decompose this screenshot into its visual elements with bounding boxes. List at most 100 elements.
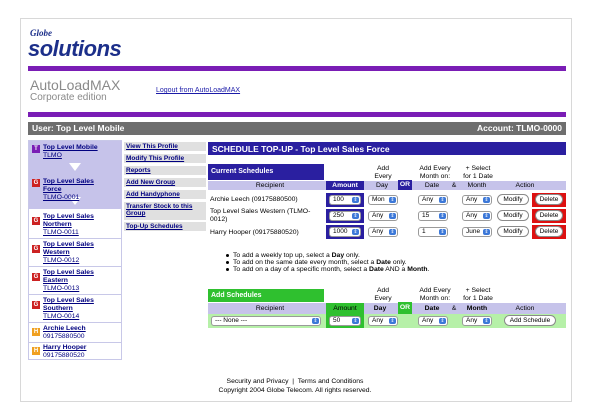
month-select[interactable]: Any ⇕ [462,316,492,326]
tree-node-sales-eastern[interactable]: G Top Level Sales Eastern TLMO-0013 [29,269,123,293]
chevron-down-icon: ⇕ [439,318,446,324]
menu-top-up-schedules[interactable]: Top-Up Schedules [124,222,206,231]
month-select[interactable]: Any ⇕ [462,211,492,221]
header-date: Date [424,305,440,312]
tree-node-id[interactable]: TLMO-0013 [43,285,79,293]
delete-button[interactable]: Delete [535,226,563,237]
tree-node-name[interactable]: Top Level Sales Eastern [43,269,113,285]
header-action: Action [515,182,535,189]
date-select[interactable]: 15 ⇕ [418,211,448,221]
day-select[interactable]: Mon ⇕ [368,195,398,205]
tree-node-sales-northern[interactable]: G Top Level Sales Northern TLMO-0011 [29,213,123,237]
chevron-down-icon: ⇕ [389,318,396,324]
amount-select[interactable]: 100 ⇕ [329,195,361,205]
chevron-down-icon: ⇕ [439,213,446,219]
header-ampersand: & [451,305,457,312]
logout-link[interactable]: Logout from AutoLoadMAX [156,87,240,94]
hierarchy-tree: T Top Level Mobile TLMO G Top Level Sale… [28,140,122,360]
tree-node-id: 09175880520 [43,352,85,359]
tree-node-tlmo[interactable]: T Top Level Mobile TLMO [29,144,123,162]
tree-node-sales-western[interactable]: G Top Level Sales Western TLMO-0012 [29,241,123,265]
tree-node-archie-leech[interactable]: H Archie Leech 09175880500 [29,325,123,341]
add-schedule-button[interactable]: Add Schedule [504,315,556,326]
modify-button[interactable]: Modify [497,226,529,237]
tree-node-name[interactable]: Top Level Sales Southern [43,297,113,313]
handyphone-badge-icon: H [32,328,40,336]
date-select[interactable]: 1 ⇕ [418,227,448,237]
date-select[interactable]: Any ⇕ [418,195,448,205]
menu-view-profile[interactable]: View This Profile [124,142,206,151]
instruction-text: To add on a day of a specific month, sel… [233,266,430,273]
day-select[interactable]: Any ⇕ [368,316,398,326]
tree-node-id[interactable]: TLMO-0011 [43,229,79,237]
instruction-text: To add a weekly top up, select a Day onl… [233,252,360,259]
select-value: Any [466,317,478,324]
user-bar: User: Top Level Mobile Account: TLMO-000… [28,122,566,135]
modify-button[interactable]: Modify [497,194,529,205]
header-ampersand: & [451,182,457,189]
modify-button[interactable]: Modify [497,210,529,221]
tree-node-name[interactable]: Top Level Sales Northern [43,213,113,229]
amount-select[interactable]: 50 ⇕ [329,316,361,326]
recipient-select[interactable]: --- None --- ⇕ [211,316,321,326]
chevron-down-icon: ⇕ [483,318,490,324]
tree-node-name[interactable]: Top Level Sales Western [43,241,113,257]
delete-button[interactable]: Delete [535,210,563,221]
chevron-down-icon: ⇕ [352,213,359,219]
header-month: Month [466,305,488,312]
tree-node-id[interactable]: TLMO-0012 [43,257,79,265]
footer-links[interactable]: Security and Privacy | Terms and Conditi… [0,378,590,385]
menu-add-new-group[interactable]: Add New Group [124,178,206,187]
tree-node-sales-southern[interactable]: G Top Level Sales Southern TLMO-0014 [29,297,123,321]
app-title: AutoLoadMAX [30,77,121,93]
month-select[interactable]: June ⇕ [462,227,492,237]
tree-node-id[interactable]: TLMO-0014 [43,313,79,321]
current-schedules-label: Current Schedules [208,164,324,180]
header-or: OR [398,302,412,314]
tree-node-name[interactable]: Harry Hooper [43,344,86,352]
menu-add-handyphone[interactable]: Add Handyphone [124,190,206,199]
header-add-every-month-on: Add Every Month on: [419,165,451,180]
tree-separator [29,342,122,343]
select-value: 1000 [333,228,348,235]
menu-reports[interactable]: Reports [124,166,206,175]
tree-separator [29,266,122,267]
delete-button[interactable]: Delete [535,194,563,205]
group-badge-icon: G [32,301,40,309]
handyphone-badge-icon: H [32,347,40,355]
header-amount: Amount [326,303,364,314]
bullet-icon [226,267,229,271]
amount-select[interactable]: 250 ⇕ [329,211,361,221]
amount-select[interactable]: 1000 ⇕ [329,227,361,237]
tree-separator [29,294,122,295]
tree-node-id[interactable]: TLMO [43,152,62,160]
tree-node-harry-hooper[interactable]: H Harry Hooper 09175880520 [29,344,123,360]
group-badge-icon: G [32,179,40,187]
select-value: Any [372,317,384,324]
header-add-every: Add Every [374,287,392,302]
tree-node-name[interactable]: Top Level Mobile [43,144,98,152]
day-select[interactable]: Any ⇕ [368,211,398,221]
tree-node-id[interactable]: TLMO-0001 [43,194,79,202]
app-subtitle: Corporate edition [30,92,107,103]
header-recipient: Recipient [255,182,285,189]
date-select[interactable]: Any ⇕ [418,316,448,326]
menu-modify-profile[interactable]: Modify This Profile [124,154,206,163]
tree-node-name[interactable]: Archie Leech [43,325,86,333]
tree-separator [29,238,122,239]
bullet-icon [226,260,229,264]
recipient-text: Top Level Sales Western (TLMO-0012) [210,208,311,223]
header-add-every-month-on: Add Every Month on: [419,287,451,302]
select-value: Any [422,196,434,203]
recipient-text: Harry Hooper (09175880520) [210,229,299,236]
menu-transfer-stock[interactable]: Transfer Stock to this Group [124,202,206,220]
tree-node-name[interactable]: Top Level Sales Force [43,178,113,194]
day-select[interactable]: Any ⇕ [368,227,398,237]
chevron-down-icon: ⇕ [389,229,396,235]
month-select[interactable]: Any ⇕ [462,195,492,205]
select-value: June [466,228,481,235]
current-user: User: Top Level Mobile [32,123,125,133]
logo-solutions-text: solutions [28,36,122,61]
tree-node-sales-force[interactable]: G Top Level Sales Force TLMO-0001 [29,178,123,202]
select-value: Any [372,212,384,219]
